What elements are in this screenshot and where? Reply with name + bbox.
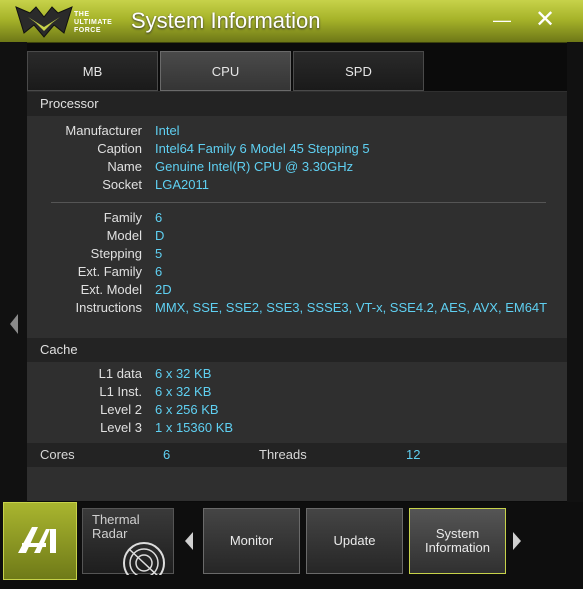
row-label: Socket xyxy=(102,177,142,192)
tab-mb[interactable]: MB xyxy=(27,51,158,91)
monitor-button[interactable]: Monitor xyxy=(203,508,300,574)
scroll-left-icon[interactable] xyxy=(185,532,193,550)
cpu-info-panel: Processor Manufacturer Intel Caption Int… xyxy=(27,91,567,501)
right-rail xyxy=(567,42,583,502)
threads-value: 12 xyxy=(406,447,421,462)
bottom-dock: Thermal Radar Monitor Update System Info… xyxy=(0,502,583,589)
left-rail xyxy=(0,42,27,502)
thermal-radar-label: Thermal Radar xyxy=(92,512,140,541)
cores-value: 6 xyxy=(163,447,171,462)
row-label: Stepping xyxy=(90,246,142,261)
window-title: System Information xyxy=(131,8,321,33)
cores-threads-row: Cores 6 Threads 12 xyxy=(27,443,567,467)
divider xyxy=(51,202,546,203)
row-label: Family xyxy=(103,210,142,225)
cores-label: Cores xyxy=(40,447,75,462)
thermal-radar-button[interactable]: Thermal Radar xyxy=(82,508,174,575)
update-label: Update xyxy=(333,533,376,548)
row-label: Instructions xyxy=(75,300,142,315)
update-button[interactable]: Update xyxy=(306,508,403,574)
logo-word-2: ULTIMATE xyxy=(74,19,113,26)
row-value: 6 xyxy=(155,210,163,225)
logo-word-3: FORCE xyxy=(74,27,101,34)
monitor-label: Monitor xyxy=(229,533,274,548)
scroll-right-icon[interactable] xyxy=(513,532,521,550)
row-label: L1 Inst. xyxy=(99,384,142,399)
row-label: Ext. Model xyxy=(80,282,142,297)
processor-header: Processor xyxy=(27,92,567,116)
row-label: L1 data xyxy=(98,366,142,381)
ai-suite-button[interactable] xyxy=(3,502,77,580)
row-label: Level 2 xyxy=(100,402,142,417)
radar-fan-icon xyxy=(123,542,165,575)
row-value: 6 x 256 KB xyxy=(155,402,219,417)
row-label: Level 3 xyxy=(100,420,142,435)
row-value: 2D xyxy=(155,282,172,297)
row-label: Ext. Family xyxy=(77,264,142,279)
system-information-button[interactable]: System Information xyxy=(409,508,506,574)
close-button[interactable]: ✕ xyxy=(533,8,557,32)
row-label: Manufacturer xyxy=(65,123,142,138)
tab-spd[interactable]: SPD xyxy=(293,51,424,91)
minimize-button[interactable]: — xyxy=(490,8,514,32)
row-value: MMX, SSE, SSE2, SSE3, SSSE3, VT-x, SSE4.… xyxy=(155,300,548,315)
row-value: Intel64 Family 6 Model 45 Stepping 5 xyxy=(155,141,370,156)
ai-suite-logo-icon xyxy=(18,527,56,553)
tab-cpu[interactable]: CPU xyxy=(160,51,291,91)
cache-header: Cache xyxy=(27,338,567,362)
row-value: 6 xyxy=(155,264,163,279)
title-bar: THE ULTIMATE FORCE System Information — … xyxy=(0,0,583,43)
row-value: 5 xyxy=(155,246,163,261)
row-label: Caption xyxy=(97,141,142,156)
row-value: 6 x 32 KB xyxy=(155,366,212,381)
row-value: Intel xyxy=(155,123,180,138)
row-label: Model xyxy=(106,228,142,243)
logo-word-1: THE xyxy=(74,11,90,18)
row-value: Genuine Intel(R) CPU @ 3.30GHz xyxy=(155,159,354,174)
row-value: 6 x 32 KB xyxy=(155,384,212,399)
collapse-arrow-icon[interactable] xyxy=(10,314,18,334)
row-value: D xyxy=(155,228,165,243)
row-label: Name xyxy=(107,159,142,174)
row-value: LGA2011 xyxy=(155,177,209,192)
threads-label: Threads xyxy=(259,447,307,462)
system-information-label: System Information xyxy=(424,526,491,555)
row-value: 1 x 15360 KB xyxy=(155,420,234,435)
